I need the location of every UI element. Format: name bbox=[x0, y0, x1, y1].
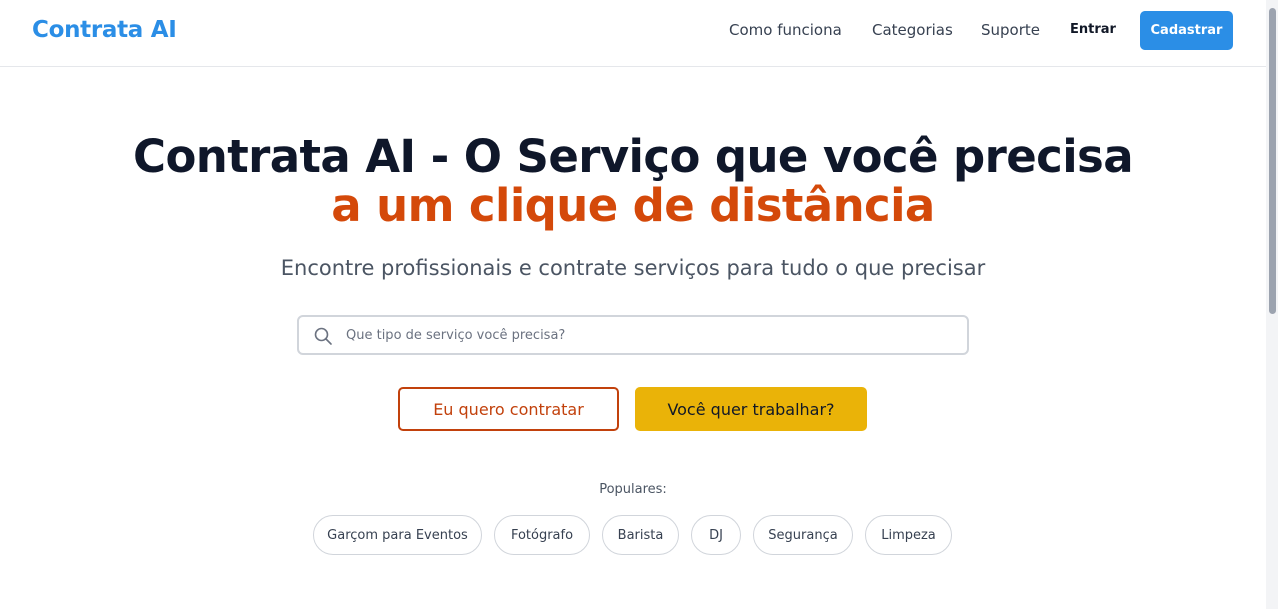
popular-chip-seguranca[interactable]: Segurança bbox=[753, 515, 853, 555]
work-button[interactable]: Você quer trabalhar? bbox=[635, 387, 867, 431]
popular-label: Populares: bbox=[599, 482, 667, 497]
scrollbar-thumb[interactable] bbox=[1269, 8, 1276, 314]
nav-link-como-funciona[interactable]: Como funciona bbox=[729, 21, 842, 39]
signup-button[interactable]: Cadastrar bbox=[1140, 11, 1233, 50]
hire-button[interactable]: Eu quero contratar bbox=[398, 387, 619, 431]
search-box[interactable] bbox=[297, 315, 969, 355]
search-input[interactable] bbox=[346, 324, 946, 346]
search-icon bbox=[313, 326, 333, 346]
top-navbar: Contrata AI Como funciona Categorias Sup… bbox=[0, 0, 1266, 67]
popular-chip-limpeza[interactable]: Limpeza bbox=[865, 515, 952, 555]
hero-subtitle: Encontre profissionais e contrate serviç… bbox=[280, 256, 986, 280]
popular-chip-barista[interactable]: Barista bbox=[602, 515, 679, 555]
hero-title: Contrata AI - O Serviço que você precisa bbox=[133, 130, 1134, 183]
login-link[interactable]: Entrar bbox=[1070, 22, 1116, 37]
nav-link-categorias[interactable]: Categorias bbox=[872, 21, 953, 39]
hero-highlight: a um clique de distância bbox=[331, 179, 935, 232]
popular-chip-fotografo[interactable]: Fotógrafo bbox=[494, 515, 590, 555]
popular-chip-garcom-para-eventos[interactable]: Garçom para Eventos bbox=[313, 515, 482, 555]
logo[interactable]: Contrata AI bbox=[32, 17, 177, 43]
popular-chip-dj[interactable]: DJ bbox=[691, 515, 741, 555]
nav-link-suporte[interactable]: Suporte bbox=[981, 21, 1040, 39]
